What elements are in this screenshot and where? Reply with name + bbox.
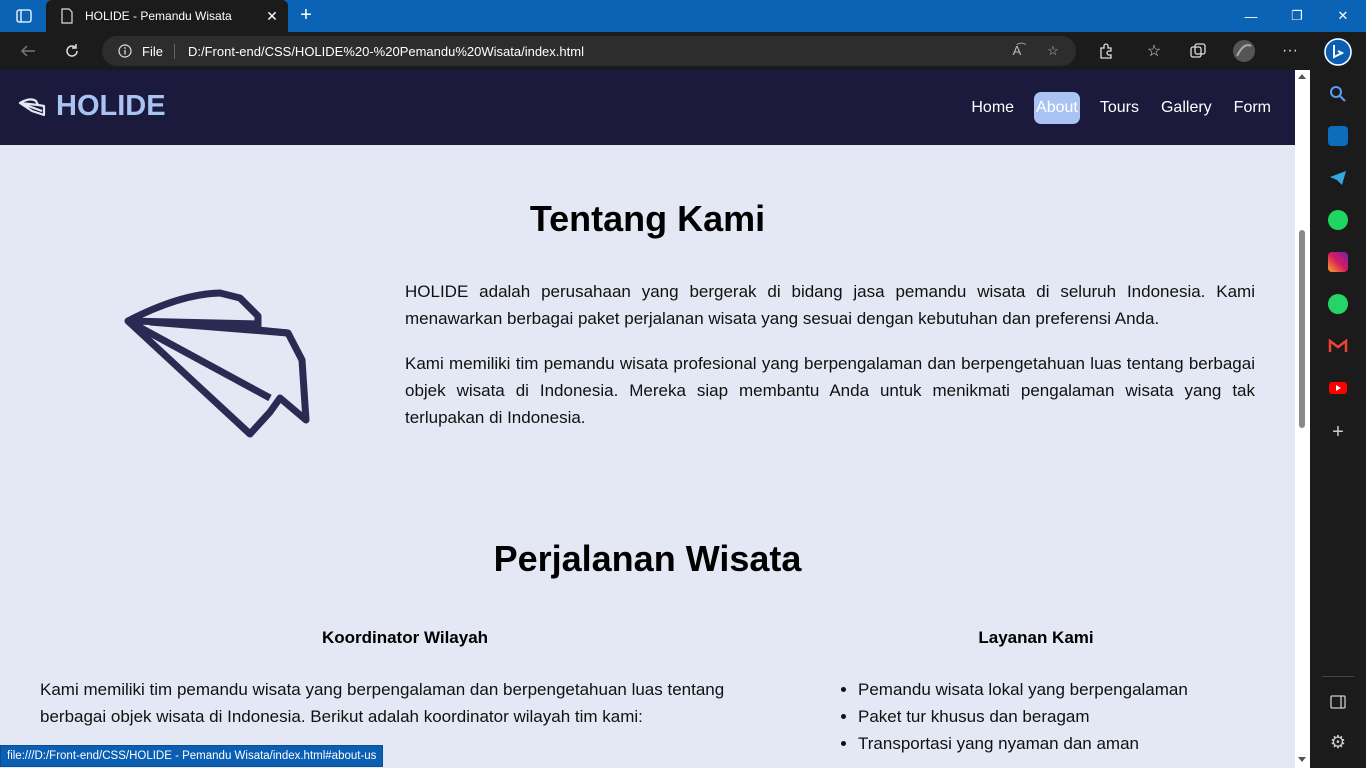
- status-bar-url: file:///D:/Front-end/CSS/HOLIDE - Pemand…: [0, 745, 384, 767]
- web-page: HOLIDE Home About Tours Gallery Form Ten…: [0, 70, 1295, 768]
- list-item: Paket tur khusus dan beragam: [858, 703, 1188, 730]
- add-favorite-icon[interactable]: ☆: [1044, 43, 1062, 61]
- search-icon[interactable]: [1328, 84, 1348, 104]
- nav-links: Home About Tours Gallery Form: [951, 92, 1273, 124]
- page-icon: [61, 8, 73, 24]
- outlook-icon[interactable]: [1328, 126, 1348, 146]
- site-logo[interactable]: HOLIDE: [18, 90, 166, 123]
- sidebar-divider: [1322, 676, 1354, 677]
- coordinator-description: Kami memiliki tim pemandu wisata yang be…: [40, 680, 725, 726]
- collections-icon[interactable]: [1184, 39, 1212, 63]
- coordinator-heading: Koordinator Wilayah: [321, 628, 489, 647]
- nav-home-link[interactable]: Home: [969, 92, 1016, 124]
- address-bar[interactable]: File D:/Front-end/CSS/HOLIDE%20-%20Peman…: [102, 36, 1076, 66]
- brand-name: HOLIDE: [56, 90, 166, 122]
- nav-form-link[interactable]: Form: [1232, 92, 1273, 124]
- services-list: Pemandu wisata lokal yang berpengalaman …: [858, 676, 1188, 757]
- list-item: Transportasi yang nyaman dan aman: [858, 730, 1188, 757]
- close-tab-icon[interactable]: ✕: [262, 8, 282, 25]
- address-file-label: File: [142, 44, 163, 59]
- read-aloud-icon[interactable]: A͡: [1008, 43, 1026, 61]
- favorites-icon[interactable]: ☆: [1140, 39, 1168, 63]
- title-bar: HOLIDE - Pemandu Wisata ✕ + — ❐ ✕: [0, 0, 1366, 32]
- scroll-up-icon[interactable]: [1298, 74, 1306, 79]
- profile-avatar[interactable]: [1230, 39, 1258, 63]
- about-description: HOLIDE adalah perusahaan yang bergerak d…: [405, 278, 1255, 449]
- url-text[interactable]: D:/Front-end/CSS/HOLIDE%20-%20Pemandu%20…: [188, 44, 584, 59]
- refresh-icon[interactable]: [58, 39, 86, 63]
- whatsapp-icon[interactable]: [1328, 294, 1348, 314]
- paper-plane-illustration: [124, 289, 310, 438]
- tab-title: HOLIDE - Pemandu Wisata: [85, 9, 232, 23]
- back-icon[interactable]: [14, 39, 42, 63]
- tab-actions-icon[interactable]: [8, 6, 40, 26]
- spotify-icon[interactable]: [1328, 210, 1348, 230]
- browser-toolbar: File D:/Front-end/CSS/HOLIDE%20-%20Peman…: [0, 32, 1310, 70]
- nav-about-link[interactable]: About: [1034, 92, 1080, 124]
- list-item: Pemandu wisata lokal yang berpengalaman: [858, 676, 1188, 703]
- telegram-icon[interactable]: [1328, 168, 1348, 188]
- extensions-icon[interactable]: [1092, 39, 1120, 63]
- close-window-icon[interactable]: ✕: [1320, 0, 1366, 32]
- scroll-down-icon[interactable]: [1298, 757, 1306, 762]
- restore-icon[interactable]: ❐: [1274, 0, 1320, 32]
- services-heading: Layanan Kami: [978, 628, 1094, 647]
- site-navbar: HOLIDE Home About Tours Gallery Form: [0, 70, 1295, 145]
- youtube-icon[interactable]: [1328, 378, 1348, 398]
- minimize-icon[interactable]: —: [1228, 0, 1274, 32]
- more-options-icon[interactable]: ···: [1276, 39, 1304, 63]
- about-title: Tentang Kami: [529, 198, 766, 239]
- scrollbar-thumb[interactable]: [1299, 230, 1305, 428]
- nav-gallery-link[interactable]: Gallery: [1159, 92, 1214, 124]
- gmail-icon[interactable]: [1328, 336, 1348, 356]
- settings-gear-icon[interactable]: ⚙: [1328, 732, 1348, 752]
- new-tab-icon[interactable]: +: [294, 4, 318, 28]
- tours-title: Perjalanan Wisata: [493, 538, 802, 579]
- page-scrollbar[interactable]: [1295, 70, 1310, 768]
- about-paragraph: Kami memiliki tim pemandu wisata profesi…: [405, 354, 1255, 427]
- add-sidebar-app-icon[interactable]: +: [1328, 422, 1348, 442]
- edge-sidebar: + ⚙: [1310, 32, 1366, 768]
- instagram-icon[interactable]: [1328, 252, 1348, 272]
- copilot-icon[interactable]: [1324, 38, 1352, 66]
- about-paragraph: HOLIDE adalah perusahaan yang bergerak d…: [405, 282, 1255, 328]
- address-separator: [174, 44, 175, 59]
- info-icon[interactable]: [118, 44, 132, 58]
- nav-tours-link[interactable]: Tours: [1098, 92, 1141, 124]
- browser-tab[interactable]: HOLIDE - Pemandu Wisata ✕: [46, 0, 288, 32]
- hide-sidebar-icon[interactable]: [1328, 692, 1348, 712]
- paper-plane-icon: [18, 97, 46, 116]
